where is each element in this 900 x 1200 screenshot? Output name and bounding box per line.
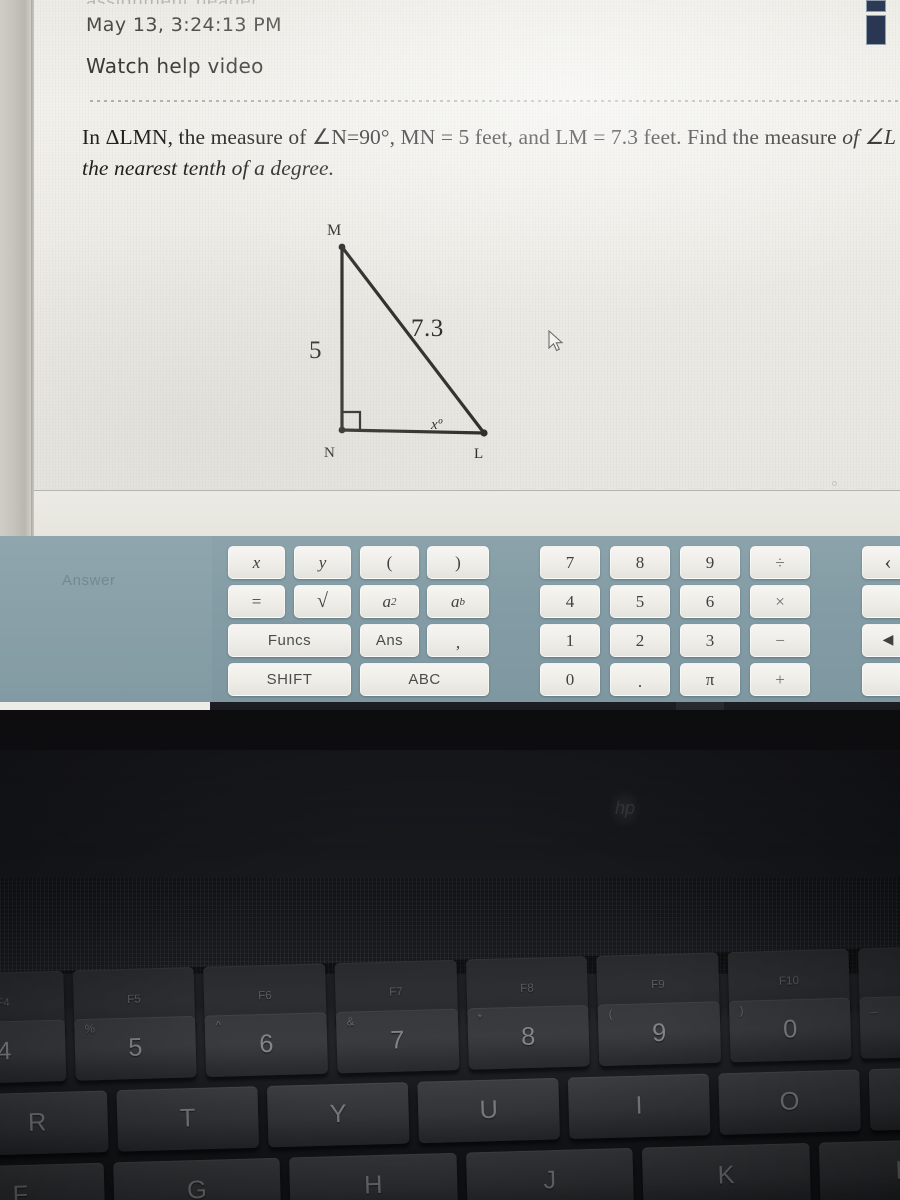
calc-key-y[interactable]: y bbox=[294, 546, 351, 579]
vertex-label-n: N bbox=[324, 445, 335, 461]
physical-key-4[interactable]: $4 bbox=[0, 1019, 66, 1085]
physical-key-0[interactable]: ) 0 bbox=[728, 997, 852, 1063]
angle-label-x: xº bbox=[431, 417, 443, 433]
physical-key-p[interactable]: P bbox=[868, 1065, 900, 1131]
calc-key-a-to-b[interactable]: ab bbox=[427, 585, 489, 618]
calc-key-abc[interactable]: ABC bbox=[360, 663, 489, 696]
physical-key-6-upper: ^ bbox=[215, 1019, 222, 1033]
physical-key-g[interactable]: G bbox=[112, 1157, 282, 1200]
physical-key-5-upper: % bbox=[84, 1022, 96, 1036]
physical-key-0-upper: ) bbox=[739, 1004, 744, 1018]
calc-key-6[interactable]: 6 bbox=[680, 585, 740, 618]
physical-key-6[interactable]: ^ 6 bbox=[204, 1012, 328, 1078]
physical-key-k[interactable]: K bbox=[641, 1142, 811, 1200]
vertex-label-l: L bbox=[474, 446, 484, 462]
physical-key-8-upper: * bbox=[477, 1012, 483, 1025]
calc-key-5[interactable]: 5 bbox=[610, 585, 670, 618]
physical-key-r[interactable]: R bbox=[0, 1090, 109, 1156]
calc-key-blank-lower[interactable] bbox=[862, 663, 900, 696]
calc-key-pi[interactable]: π bbox=[680, 663, 740, 696]
laptop-hinge bbox=[0, 750, 900, 870]
side-length-mn: 5 bbox=[309, 337, 322, 364]
physical-key-5[interactable]: % 5 bbox=[73, 1015, 197, 1081]
screenshot-root: assignment header May 13, 3:24:13 PM Wat… bbox=[0, 0, 900, 1200]
calc-key-8[interactable]: 8 bbox=[610, 546, 670, 579]
calc-key-a-squared[interactable]: a2 bbox=[360, 585, 419, 618]
calc-key-equals[interactable]: = bbox=[228, 585, 285, 618]
physical-key-7[interactable]: & 7 bbox=[335, 1008, 459, 1074]
physical-key-9[interactable]: (9 bbox=[597, 1001, 721, 1067]
physical-key-i[interactable]: I bbox=[567, 1073, 711, 1140]
side-length-lm: 7.3 bbox=[411, 315, 444, 342]
physical-key-9-upper: ( bbox=[608, 1008, 613, 1022]
screen-dust-mark bbox=[832, 481, 837, 486]
hp-logo: hp bbox=[608, 788, 642, 828]
calc-key-open-paren[interactable]: ( bbox=[360, 546, 419, 579]
physical-key-h[interactable]: H bbox=[289, 1152, 458, 1200]
physical-key-o[interactable]: O bbox=[718, 1069, 861, 1135]
calc-key-shift[interactable]: SHIFT bbox=[228, 663, 351, 696]
physical-key-y[interactable]: Y bbox=[266, 1082, 410, 1148]
calc-key-4[interactable]: 4 bbox=[540, 585, 600, 618]
physical-key-u[interactable]: U bbox=[417, 1077, 560, 1144]
answer-placeholder-text[interactable]: Answer bbox=[62, 572, 116, 589]
calculator-answer-region bbox=[0, 536, 212, 702]
physical-key-l[interactable]: L bbox=[818, 1138, 900, 1200]
calc-key-0[interactable]: 0 bbox=[540, 663, 600, 696]
physical-key-minus[interactable]: _- bbox=[859, 993, 900, 1059]
calc-key-sqrt[interactable]: √ bbox=[294, 585, 351, 618]
physical-keyboard: F4 F5 F6 F7 F8 F9 F10 F11 $4 %5 ^6 &7 *8… bbox=[0, 945, 900, 1200]
calc-key-x[interactable]: x bbox=[228, 546, 285, 579]
calc-key-left-chevron[interactable]: ‹ bbox=[862, 546, 900, 579]
mouse-cursor bbox=[548, 330, 564, 352]
physical-key-t[interactable]: T bbox=[116, 1086, 260, 1152]
calc-key-minus[interactable]: − bbox=[750, 624, 810, 657]
calc-key-9[interactable]: 9 bbox=[680, 546, 740, 579]
calc-key-blank-upper[interactable] bbox=[862, 585, 900, 618]
physical-key-j[interactable]: J bbox=[465, 1147, 635, 1200]
vertex-label-m: M bbox=[327, 222, 342, 239]
calc-key-comma[interactable]: , bbox=[427, 624, 489, 657]
calc-key-divide[interactable]: ÷ bbox=[750, 546, 810, 579]
calc-key-backspace[interactable]: ◀ bbox=[862, 624, 900, 657]
calculator-keys: x y ( ) = √ a2 ab Funcs Ans , SHIFT ABC … bbox=[0, 0, 900, 696]
taskbar-active-highlight bbox=[676, 702, 724, 710]
laptop-screen: assignment header May 13, 3:24:13 PM Wat… bbox=[0, 0, 900, 710]
calc-key-funcs[interactable]: Funcs bbox=[228, 624, 351, 657]
calc-key-decimal[interactable]: . bbox=[610, 663, 670, 696]
calc-key-1[interactable]: 1 bbox=[540, 624, 600, 657]
calc-key-multiply[interactable]: × bbox=[750, 585, 810, 618]
physical-key-8[interactable]: * 8 bbox=[466, 1004, 590, 1070]
physical-key-f[interactable]: F bbox=[0, 1162, 105, 1200]
physical-key-minus-upper: _ bbox=[870, 1001, 878, 1014]
physical-key-7-upper: & bbox=[346, 1015, 355, 1029]
calc-key-plus[interactable]: + bbox=[750, 663, 810, 696]
calc-key-7[interactable]: 7 bbox=[540, 546, 600, 579]
taskbar-left-white-strip bbox=[0, 702, 210, 710]
laptop-body: hp F4 F5 F6 F7 F8 F9 F10 F11 $4 %5 ^6 &7… bbox=[0, 750, 900, 1200]
calc-key-3[interactable]: 3 bbox=[680, 624, 740, 657]
calc-key-ans[interactable]: Ans bbox=[360, 624, 419, 657]
calc-key-2[interactable]: 2 bbox=[610, 624, 670, 657]
answer-area-strip bbox=[34, 491, 900, 538]
calc-key-close-paren[interactable]: ) bbox=[427, 546, 489, 579]
